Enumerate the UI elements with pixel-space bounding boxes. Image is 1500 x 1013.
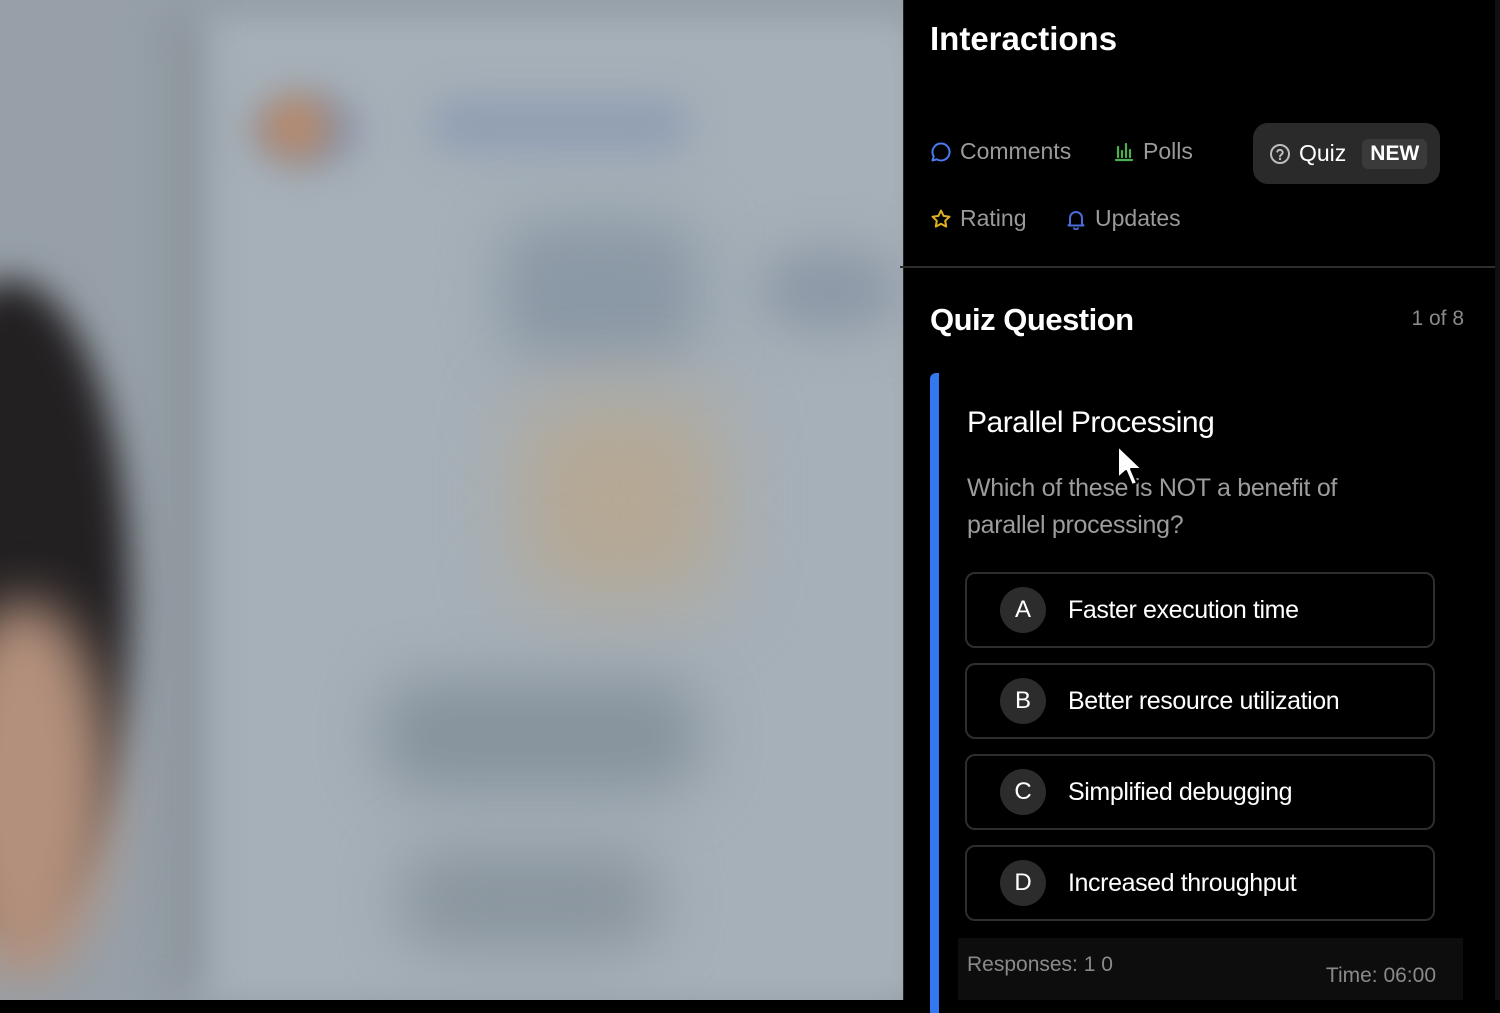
video-feed	[0, 0, 903, 1000]
blurred-search-bar	[430, 100, 690, 150]
quiz-topic: Parallel Processing	[967, 406, 1215, 439]
bell-icon	[1065, 208, 1087, 230]
blurred-content	[520, 400, 720, 600]
quiz-question: Which of these is NOT a benefit of paral…	[967, 474, 1338, 539]
option-text: Increased throughput	[1068, 868, 1297, 897]
blurred-content	[500, 220, 700, 360]
blurred-content	[760, 250, 900, 330]
interactions-panel: Interactions Comments Polls Quiz NEW Rat…	[900, 0, 1496, 1013]
option-text: Simplified debugging	[1068, 777, 1293, 806]
bar-chart-icon	[1113, 141, 1135, 163]
tab-polls-label: Polls	[1143, 138, 1193, 164]
blurred-logo	[250, 90, 360, 170]
tab-rating-label: Rating	[960, 205, 1027, 231]
tab-quiz-label: Quiz	[1299, 140, 1347, 166]
responses-count: Responses: 1 0	[967, 953, 1113, 976]
answer-option-b[interactable]: B Better resource utilization	[965, 663, 1435, 739]
tab-updates[interactable]: Updates	[1065, 205, 1181, 232]
tab-updates-label: Updates	[1095, 205, 1181, 231]
answer-option-d[interactable]: D Increased throughput	[965, 845, 1435, 921]
option-letter: B	[1000, 678, 1046, 724]
option-text: Better resource utilization	[1068, 686, 1340, 715]
panel-title: Interactions	[930, 20, 1118, 57]
tab-comments[interactable]: Comments	[930, 138, 1071, 165]
question-circle-icon	[1269, 143, 1291, 165]
answer-option-a[interactable]: A Faster execution time	[965, 572, 1435, 648]
star-icon	[930, 208, 952, 230]
quiz-progress: 1 of 8	[1411, 307, 1464, 330]
option-text: Faster execution time	[1068, 595, 1299, 624]
chat-bubble-icon	[930, 141, 952, 163]
blurred-content	[380, 680, 700, 790]
new-badge: NEW	[1362, 138, 1428, 169]
option-letter: C	[1000, 769, 1046, 815]
window-edge	[1495, 0, 1500, 1000]
tab-quiz[interactable]: Quiz NEW	[1253, 123, 1440, 184]
quiz-heading: Quiz Question	[930, 302, 1134, 337]
answer-option-c[interactable]: C Simplified debugging	[965, 754, 1435, 830]
tab-polls[interactable]: Polls	[1113, 138, 1193, 165]
mouse-cursor-icon	[1116, 444, 1146, 493]
quiz-timer: Time: 06:00	[1325, 964, 1436, 987]
quiz-card-accent	[930, 373, 939, 1013]
blurred-frame	[165, 10, 205, 1000]
option-letter: D	[1000, 860, 1046, 906]
blurred-content	[400, 850, 660, 950]
tab-comments-label: Comments	[960, 138, 1072, 164]
option-letter: A	[1000, 587, 1046, 633]
divider	[900, 266, 1496, 268]
tab-rating[interactable]: Rating	[930, 205, 1026, 232]
